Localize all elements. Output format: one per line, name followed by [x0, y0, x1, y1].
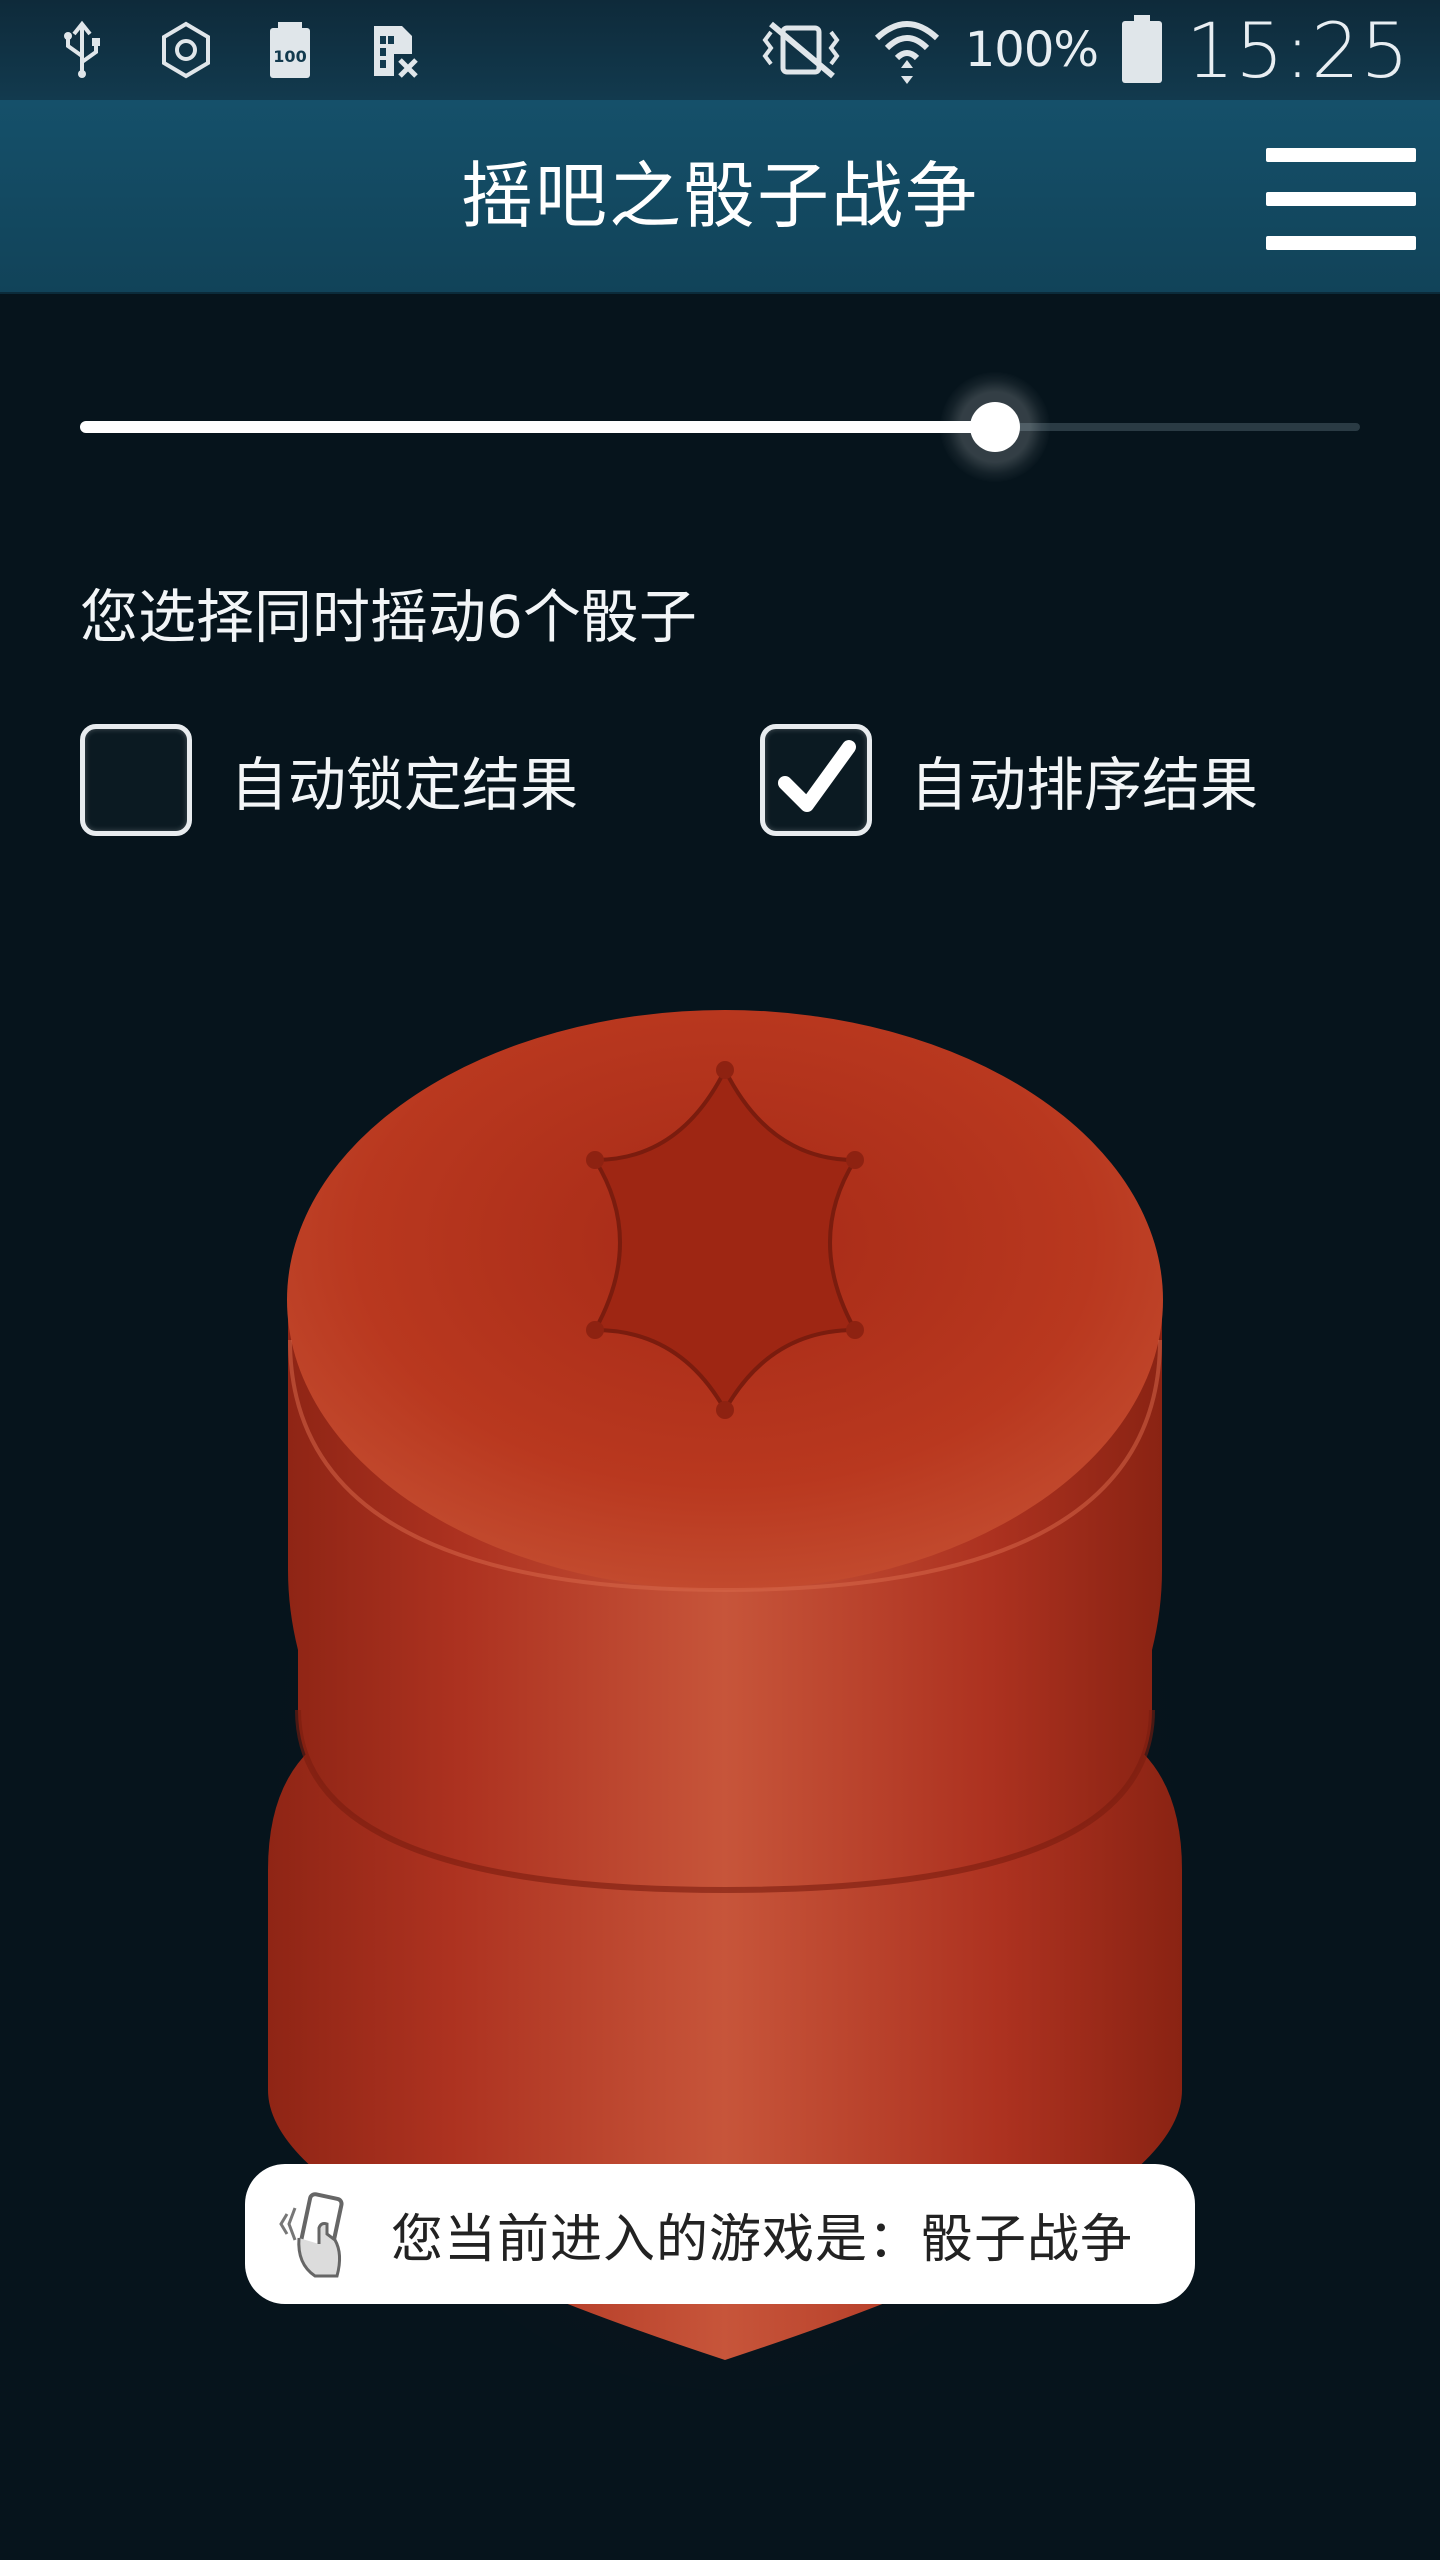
auto-sort-option[interactable]: 自动排序结果	[760, 720, 1258, 840]
dice-count-label: 您选择同时摇动6个骰子	[80, 583, 697, 651]
status-left-icons: 100	[52, 18, 424, 82]
menu-line	[1266, 148, 1416, 162]
sim-missing-icon	[374, 26, 418, 78]
usb-icon	[64, 20, 100, 78]
shaking-phone-icon	[279, 2192, 344, 2278]
status-right-icons: 100% 15:25	[753, 0, 1410, 100]
slider-thumb[interactable]	[940, 372, 1051, 482]
battery-percent: 100%	[964, 22, 1099, 78]
toast-text: 您当前进入的游戏是：骰子战争	[391, 2209, 1134, 2270]
battery-icon	[1121, 15, 1162, 83]
clock: 15:25	[1185, 5, 1410, 95]
auto-lock-option[interactable]: 自动锁定结果	[80, 720, 578, 840]
checkmark-icon	[778, 740, 856, 812]
vibrate-mute-icon	[762, 21, 840, 79]
dice-count-slider[interactable]	[80, 372, 1360, 482]
hamburger-menu-icon[interactable]	[1266, 144, 1416, 254]
wifi-icon	[874, 21, 939, 84]
auto-lock-label: 自动锁定结果	[230, 751, 579, 819]
menu-line	[1266, 236, 1416, 250]
slider-fill	[80, 421, 996, 433]
status-bar: 100 100% 15:25	[0, 0, 1440, 100]
menu-line	[1266, 192, 1416, 206]
app-bar: 摇吧之骰子战争	[0, 100, 1440, 292]
svg-text:100: 100	[273, 47, 306, 66]
toast-message: 您当前进入的游戏是：骰子战争	[245, 2164, 1195, 2304]
auto-sort-label: 自动排序结果	[910, 751, 1259, 819]
app-title: 摇吧之骰子战争	[460, 154, 979, 238]
auto-lock-checkbox[interactable]	[80, 724, 192, 836]
battery-100-icon: 100	[270, 22, 310, 78]
hexagon-icon	[162, 21, 210, 79]
auto-sort-checkbox[interactable]	[760, 724, 872, 836]
